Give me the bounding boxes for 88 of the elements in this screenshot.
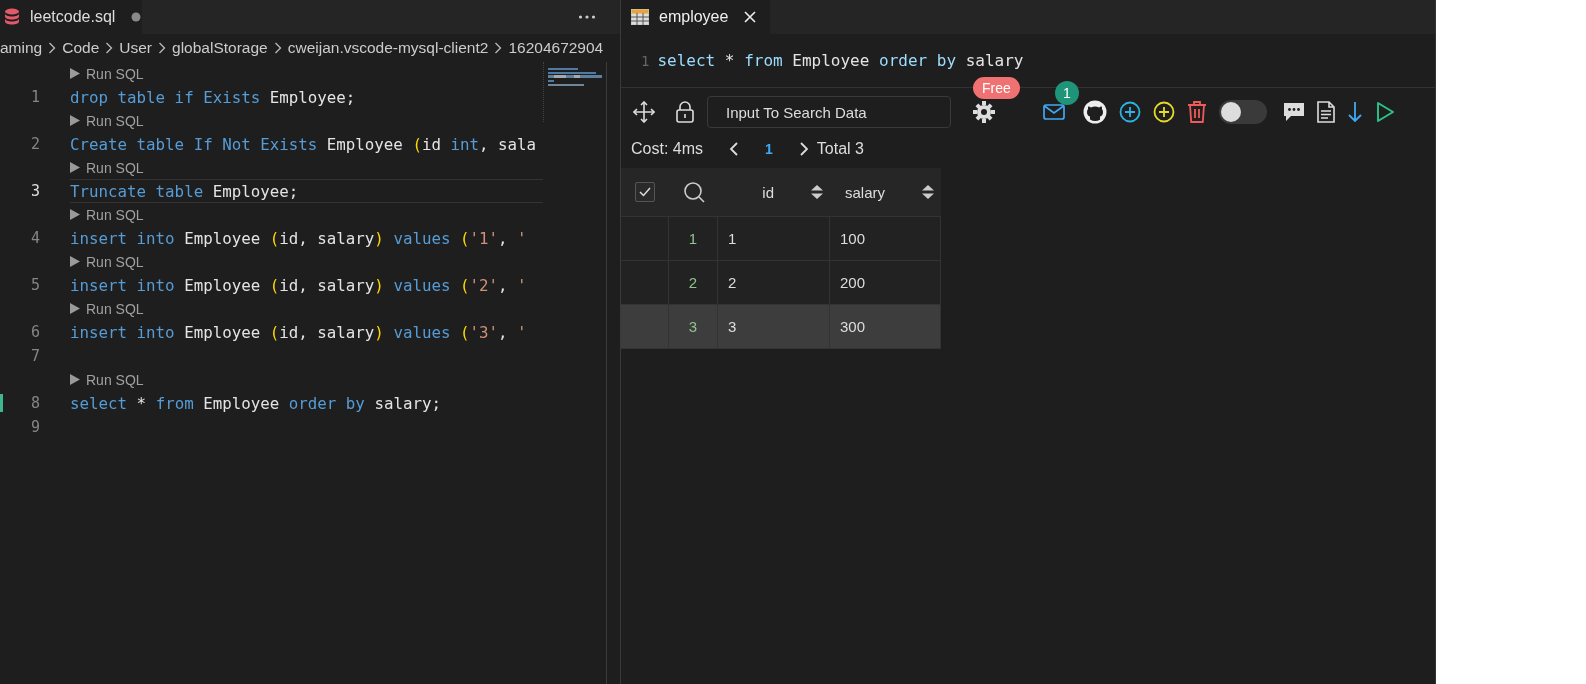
- code-line: insert into Employee (id, salary) values ('2', ': [70, 274, 528, 297]
- play-icon: [70, 115, 80, 126]
- table-cell: 1: [718, 217, 830, 261]
- play-icon: [70, 209, 80, 220]
- search-icon[interactable]: [682, 181, 705, 203]
- run-sql-link[interactable]: Run SQL: [70, 65, 144, 82]
- chevron-right-icon[interactable]: [798, 142, 809, 156]
- chevron-right-icon: [273, 42, 282, 54]
- breadcrumb-item[interactable]: Code: [62, 39, 100, 57]
- tab-title: leetcode.sql: [30, 8, 116, 26]
- table-icon: [631, 9, 649, 25]
- row-select-cell[interactable]: [621, 305, 669, 349]
- more-icon[interactable]: [578, 14, 596, 20]
- result-tab[interactable]: employee: [621, 0, 771, 34]
- chevron-right-icon: [158, 42, 166, 54]
- arrow-down-icon[interactable]: [1347, 101, 1363, 123]
- page-number[interactable]: 1: [765, 141, 773, 157]
- table-cell: 100: [830, 217, 941, 261]
- row-index: 3: [669, 305, 718, 349]
- count-badge: 1: [1055, 81, 1079, 105]
- tab-title: employee: [659, 8, 729, 26]
- breadcrumb-item[interactable]: cweijan.vscode-mysql-client2: [287, 39, 489, 57]
- row-index: 1: [669, 217, 718, 261]
- cat-logo-icon[interactable]: [1083, 100, 1107, 124]
- database-icon: [4, 8, 20, 26]
- play-icon[interactable]: [1375, 101, 1395, 123]
- play-icon: [70, 303, 80, 314]
- minimap-drawing: [543, 62, 604, 122]
- table-cell: 300: [830, 305, 941, 349]
- sort-icon[interactable]: [810, 184, 824, 200]
- column-header[interactable]: salary: [845, 183, 885, 201]
- breadcrumb-item[interactable]: globalStorage: [172, 39, 268, 57]
- line-number: 2: [29, 135, 40, 153]
- column-header[interactable]: id: [762, 183, 774, 201]
- add-circle-icon[interactable]: [1153, 101, 1175, 123]
- run-sql-link[interactable]: Run SQL: [70, 112, 144, 129]
- total-label: Total 3: [816, 140, 864, 158]
- line-number: 1: [29, 88, 40, 106]
- code-line: drop table if Exists Employee;: [70, 86, 357, 109]
- run-sql-link[interactable]: Run SQL: [70, 206, 144, 223]
- line-number: 6: [29, 323, 40, 341]
- code-line: Create table If Not Exists Employee (id int, sala: [70, 133, 538, 156]
- document-icon[interactable]: [1317, 101, 1335, 123]
- lock-icon[interactable]: [675, 101, 695, 123]
- chevron-right-icon: [494, 42, 503, 54]
- sort-icon[interactable]: [921, 184, 935, 200]
- play-icon: [70, 374, 80, 385]
- row-select-cell[interactable]: [621, 217, 669, 261]
- chevron-right-icon: [48, 42, 57, 54]
- search-field[interactable]: Input To Search Data: [707, 96, 951, 128]
- close-icon[interactable]: [744, 11, 757, 23]
- run-sql-link[interactable]: Run SQL: [70, 253, 144, 270]
- cost-label: Cost: 4ms: [631, 140, 703, 158]
- line-number: 3: [29, 182, 40, 200]
- code-line: insert into Employee (id, salary) values ('3', ': [70, 321, 528, 344]
- line-number: 1: [641, 52, 650, 69]
- mail-icon[interactable]: [1043, 103, 1065, 121]
- add-circle-icon[interactable]: [1119, 101, 1141, 123]
- move-icon[interactable]: [633, 101, 655, 123]
- settings-icon[interactable]: [973, 101, 995, 123]
- line-number: 9: [29, 418, 40, 436]
- line-number: 7: [29, 347, 40, 365]
- run-sql-link[interactable]: Run SQL: [70, 159, 144, 176]
- play-icon: [70, 256, 80, 267]
- play-icon: [70, 68, 80, 79]
- play-icon: [70, 162, 80, 173]
- line-number: 5: [29, 276, 40, 294]
- breadcrumb-item[interactable]: 16204672904: [508, 39, 604, 57]
- chevron-left-icon[interactable]: [729, 142, 739, 156]
- free-badge: Free: [973, 77, 1020, 99]
- toggle-switch[interactable]: [1219, 100, 1267, 124]
- check-icon: [639, 187, 651, 197]
- run-sql-link[interactable]: Run SQL: [70, 371, 144, 388]
- code-line: select * from Employee order by salary: [657, 51, 1024, 70]
- comment-icon[interactable]: [1283, 102, 1305, 122]
- line-number: 8: [0, 394, 40, 412]
- code-line: select * from Employee order by salary;: [70, 392, 442, 415]
- code-line: Truncate table Employee;: [70, 179, 543, 203]
- run-sql-link[interactable]: Run SQL: [70, 300, 144, 317]
- select-all-checkbox[interactable]: [635, 182, 655, 202]
- table-cell: 3: [718, 305, 830, 349]
- chevron-right-icon: [105, 42, 114, 54]
- code-line: insert into Employee (id, salary) values ('1', ': [70, 227, 528, 250]
- line-number: 4: [29, 229, 40, 247]
- breadcrumb-item[interactable]: aming: [0, 39, 43, 57]
- editor-tab[interactable]: leetcode.sql: [0, 0, 142, 34]
- trash-icon[interactable]: [1187, 101, 1207, 123]
- breadcrumb-item[interactable]: User: [119, 39, 152, 57]
